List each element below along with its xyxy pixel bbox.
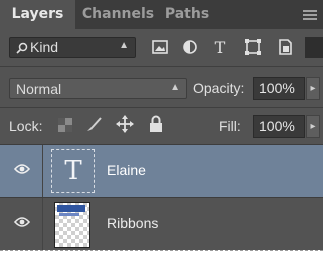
divider <box>0 107 323 108</box>
type-icon: T <box>64 156 82 186</box>
fill-label: Fill: <box>219 118 241 134</box>
blend-mode-select[interactable]: Normal ▲ <box>9 78 187 99</box>
lock-position-icon[interactable] <box>116 115 134 133</box>
layer-row-ribbons[interactable]: Ribbons <box>0 197 323 250</box>
divider <box>0 66 323 67</box>
opacity-dropdown-button[interactable]: ▸ <box>306 77 320 100</box>
shape-filter-icon[interactable] <box>243 37 263 57</box>
fill-input[interactable]: 100% <box>253 115 305 138</box>
visibility-toggle[interactable] <box>0 145 43 197</box>
visibility-toggle[interactable] <box>0 198 43 250</box>
opacity-input[interactable]: 100% <box>253 77 305 100</box>
eye-icon[interactable] <box>14 163 30 175</box>
chevron-updown-icon: ▲ <box>119 40 129 51</box>
layer-name: Elaine <box>107 162 146 178</box>
smart-object-filter-icon[interactable] <box>275 37 295 57</box>
text-layer-thumbnail: T <box>51 149 95 193</box>
tab-channels[interactable]: Channels <box>77 0 159 29</box>
fill-dropdown-button[interactable]: ▸ <box>306 115 320 138</box>
panel-menu-icon[interactable] <box>303 10 317 22</box>
layers-panel: Layers Channels Paths Kind ▲ T Normal ▲ … <box>0 0 323 250</box>
filter-kind-label: Kind <box>30 39 59 55</box>
adjustment-filter-icon[interactable] <box>180 37 200 57</box>
lock-transparent-pixels-icon[interactable] <box>58 118 72 132</box>
pixel-filter-icon[interactable] <box>150 37 170 57</box>
eye-icon[interactable] <box>14 216 30 228</box>
layer-row-elaine[interactable]: T Elaine <box>0 144 323 197</box>
type-filter-icon[interactable]: T <box>210 37 230 57</box>
chevron-updown-icon: ▲ <box>170 82 180 93</box>
lock-all-icon[interactable] <box>149 115 163 133</box>
blend-mode-label: Normal <box>16 81 62 97</box>
tab-paths[interactable]: Paths <box>160 0 214 29</box>
opacity-label: Opacity: <box>193 80 245 96</box>
thumbnail-ribbon-graphic <box>59 213 79 216</box>
lock-image-pixels-icon[interactable] <box>85 115 103 133</box>
layer-name: Ribbons <box>107 215 159 231</box>
lock-label: Lock: <box>9 118 43 134</box>
panel-tab-bar: Layers Channels Paths <box>0 0 323 29</box>
svg-text:T: T <box>215 38 226 57</box>
search-icon <box>16 42 28 54</box>
filter-kind-select[interactable]: Kind ▲ <box>9 37 136 58</box>
tab-layers[interactable]: Layers <box>0 0 75 29</box>
thumbnail-ribbon-graphic <box>57 205 85 212</box>
image-layer-thumbnail <box>54 202 90 248</box>
filter-toggle[interactable] <box>305 37 323 58</box>
